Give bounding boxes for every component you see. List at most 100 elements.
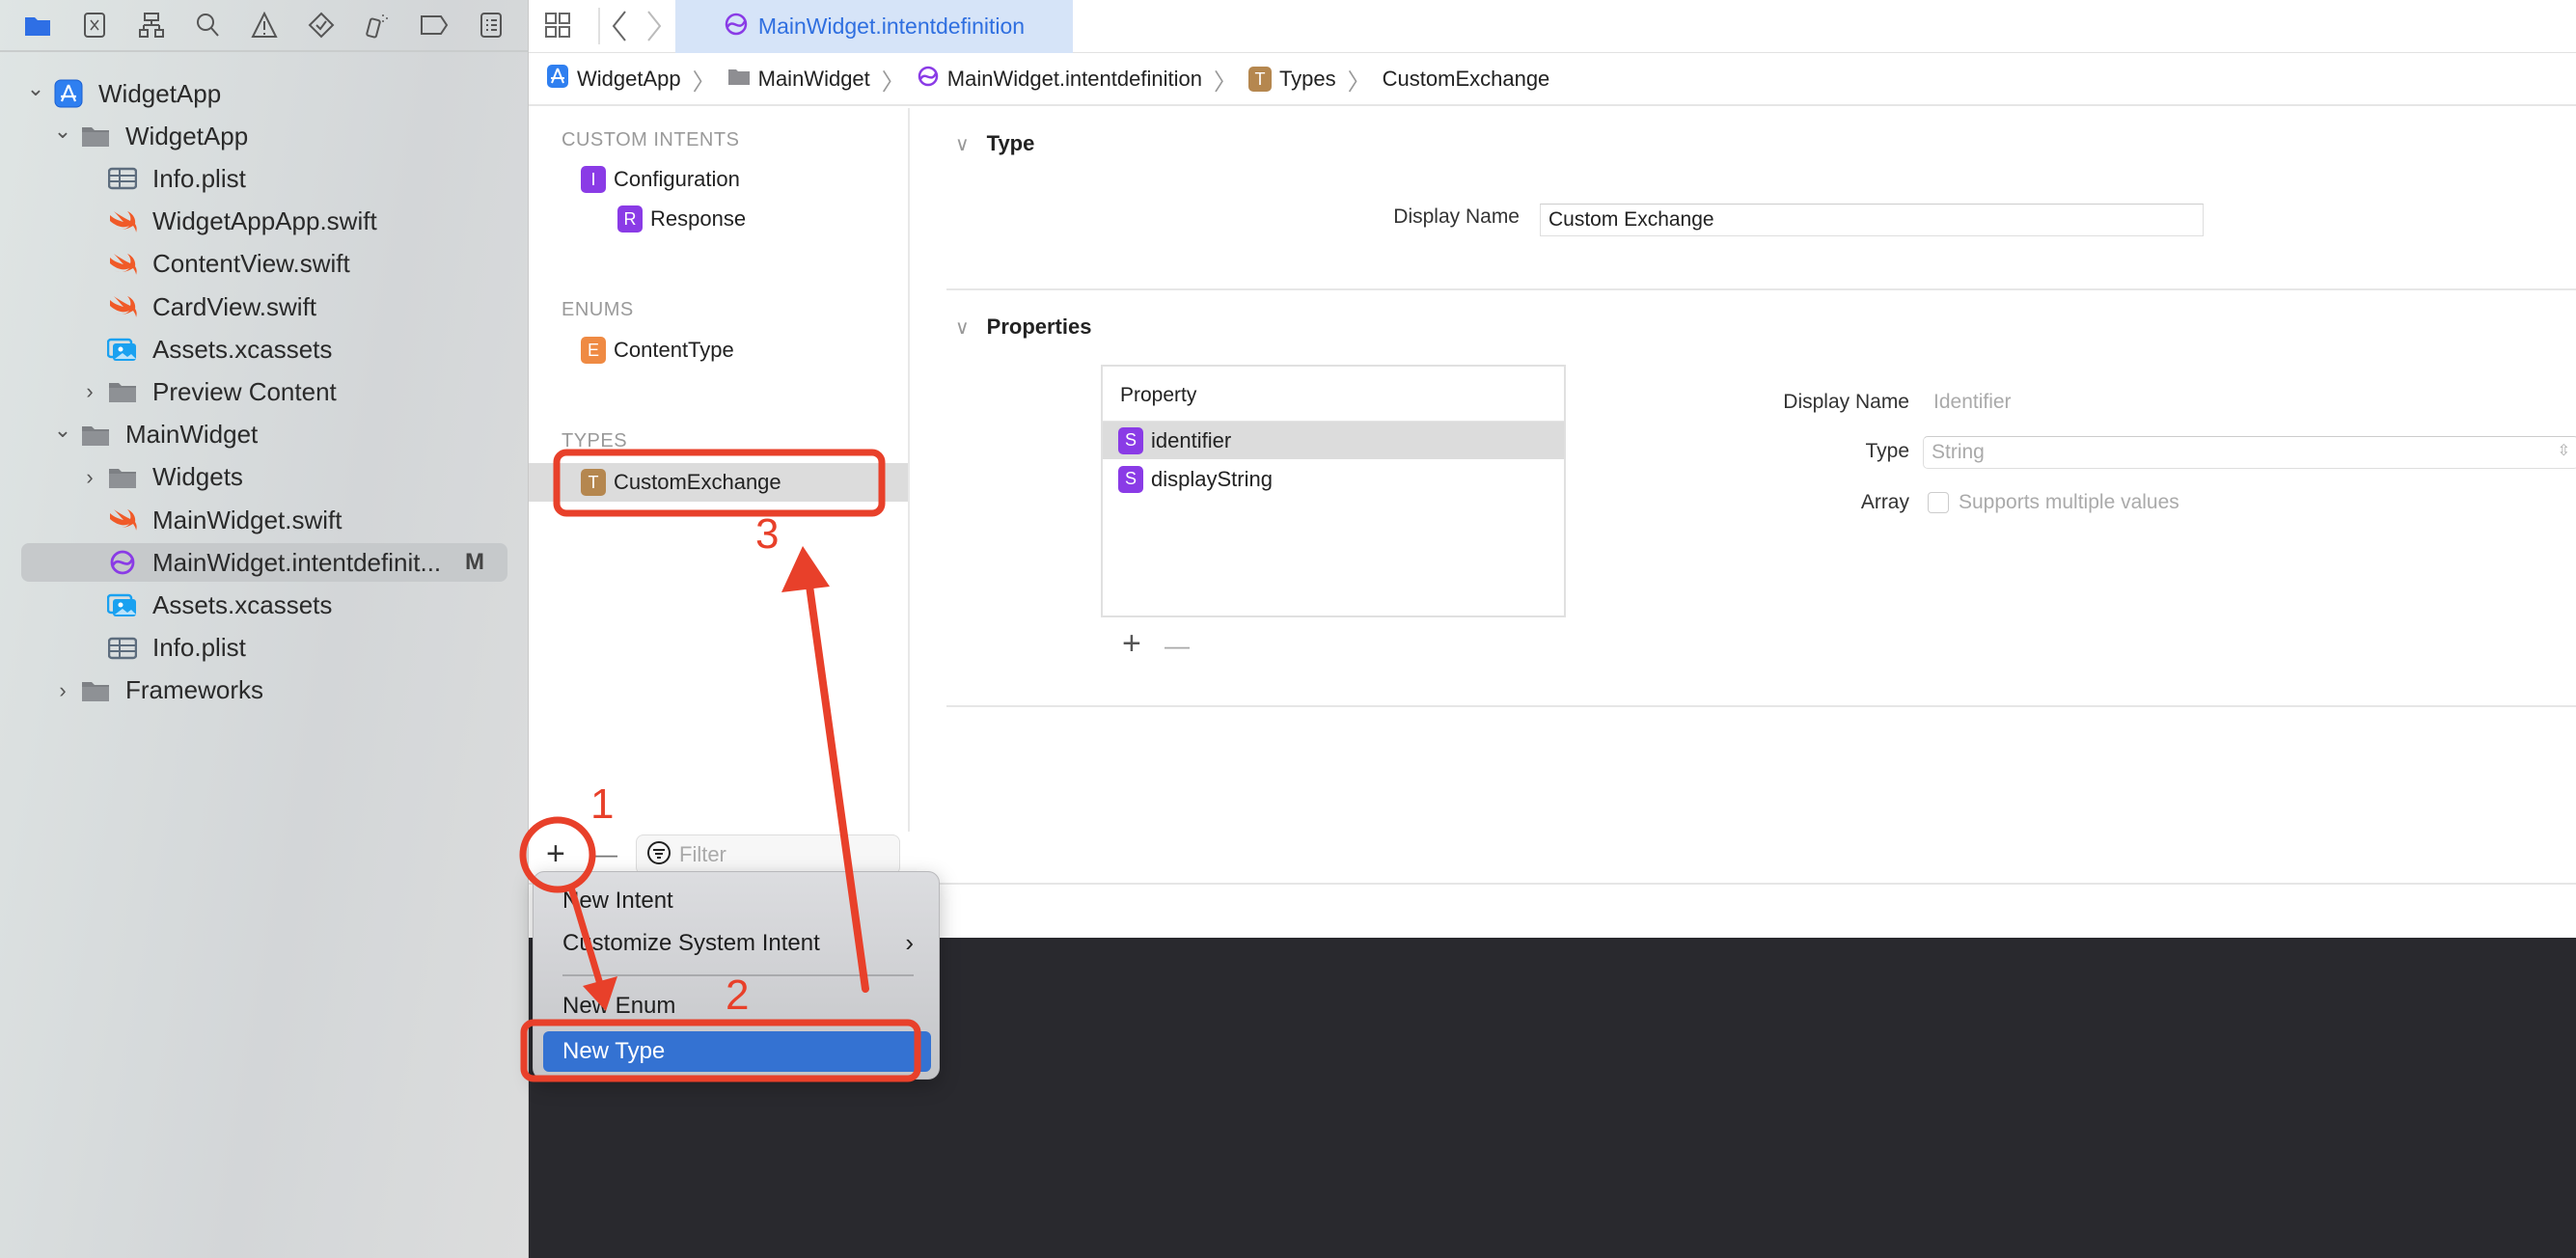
item-label: MainWidget.swift: [152, 505, 343, 534]
intent-icon: [106, 550, 139, 575]
add-button[interactable]: +: [546, 835, 565, 873]
type-letter-icon: T: [581, 469, 606, 496]
plist-icon: [106, 166, 139, 191]
menu-separator: [562, 974, 914, 976]
property-row[interactable]: SdisplayString: [1103, 460, 1564, 498]
source-control-icon[interactable]: [80, 11, 109, 40]
navigator-toolbar: [0, 0, 529, 52]
divider: [946, 288, 2576, 290]
chevron-down-icon[interactable]: ⌄: [25, 76, 46, 101]
filter-input[interactable]: Filter: [636, 834, 900, 875]
search-icon[interactable]: [193, 11, 222, 40]
property-type-popup[interactable]: String ⇳: [1923, 436, 2576, 469]
chevron-down-icon: ∨: [955, 316, 970, 339]
hierarchy-icon[interactable]: [137, 11, 166, 40]
filter-placeholder: Filter: [679, 842, 726, 866]
menu-item-customize-system-intent[interactable]: Customize System Intent: [562, 930, 820, 957]
property-display-name-label: Display Name: [1783, 391, 1909, 413]
remove-button[interactable]: —: [592, 839, 617, 869]
item-label: WidgetApp: [125, 121, 249, 150]
forward-icon[interactable]: [643, 10, 666, 47]
checkbox[interactable]: [1928, 492, 1949, 513]
chevron-right-icon: 〉: [1213, 68, 1237, 96]
menu-item-new-intent[interactable]: New Intent: [562, 888, 673, 915]
swift-icon: [106, 209, 139, 234]
folder-icon: [79, 423, 112, 448]
properties-section-header[interactable]: ∨ Properties: [955, 314, 1091, 340]
breadcrumb-item[interactable]: MainWidget: [758, 67, 870, 92]
menu-item-new-enum[interactable]: New Enum: [562, 993, 675, 1020]
navigator-item[interactable]: Assets.xcassets: [0, 330, 332, 369]
property-display-name-field[interactable]: Identifier: [1933, 391, 2012, 414]
navigator-item[interactable]: Assets.xcassets: [0, 586, 332, 624]
item-label: ContentView.swift: [152, 249, 350, 279]
report-icon[interactable]: [477, 11, 506, 40]
folder-icon[interactable]: [23, 11, 52, 40]
warning-icon[interactable]: [250, 11, 279, 40]
breadcrumb-item[interactable]: CustomExchange: [1383, 67, 1550, 92]
intent-response[interactable]: R Response: [617, 205, 746, 232]
back-icon[interactable]: [608, 10, 631, 47]
navigator-item[interactable]: ⌄ WidgetApp: [0, 117, 248, 155]
test-icon[interactable]: [307, 11, 336, 40]
navigator-item[interactable]: ⌄ MainWidget: [0, 416, 259, 454]
navigator-item[interactable]: › Frameworks: [0, 671, 263, 710]
grid-icon[interactable]: [544, 12, 571, 43]
swift-icon: [106, 294, 139, 319]
app-icon: [546, 64, 569, 95]
folder-icon: [106, 379, 139, 404]
type-editor: ∨ Type Display Name Custom Exchange ∨ Prop…: [912, 108, 2576, 883]
navigator-item[interactable]: MainWidget.intentdefinit... M: [21, 543, 507, 583]
chevron-right-icon: 〉: [881, 68, 905, 96]
intent-letter-icon: I: [581, 166, 606, 193]
chevron-right-icon: 〉: [692, 68, 716, 96]
intent-icon: [917, 65, 940, 94]
navigator-item[interactable]: ⌄ WidgetApp: [0, 74, 221, 113]
breadcrumb-item[interactable]: Types: [1279, 67, 1336, 92]
property-type-label: Type: [1865, 440, 1909, 462]
chevron-down-icon[interactable]: ⌄: [52, 119, 73, 144]
tab-intentdefinition[interactable]: MainWidget.intentdefinition: [675, 0, 1073, 53]
chevron-right-icon[interactable]: ›: [79, 379, 100, 404]
item-label: MainWidget.intentdefinit...: [152, 547, 442, 577]
type-section-header[interactable]: ∨ Type: [955, 131, 1034, 156]
folder-icon: [79, 678, 112, 703]
type-customexchange[interactable]: T CustomExchange: [581, 469, 781, 496]
folder-icon: [106, 465, 139, 490]
remove-property-button[interactable]: —: [1165, 631, 1190, 661]
swift-icon: [106, 252, 139, 277]
debug-icon[interactable]: [363, 11, 392, 40]
breadcrumb-item[interactable]: WidgetApp: [577, 67, 681, 92]
item-label: MainWidget: [125, 420, 259, 450]
assets-icon: [106, 592, 139, 617]
breadcrumb-item[interactable]: MainWidget.intentdefinition: [947, 67, 1202, 92]
add-property-button[interactable]: +: [1122, 625, 1141, 663]
display-name-field[interactable]: Custom Exchange: [1540, 204, 2204, 236]
chevron-right-icon[interactable]: ›: [79, 465, 100, 490]
modified-badge: M: [465, 549, 484, 576]
navigator-item[interactable]: › Preview Content: [0, 372, 336, 411]
chevron-right-icon[interactable]: ›: [52, 678, 73, 703]
property-row[interactable]: Sidentifier: [1103, 422, 1564, 459]
item-label: Info.plist: [152, 633, 246, 663]
enum-contenttype[interactable]: E ContentType: [581, 337, 734, 364]
item-label: Info.plist: [152, 163, 246, 193]
navigator-item[interactable]: Info.plist: [0, 159, 246, 198]
supports-multiple-checkbox[interactable]: Supports multiple values: [1928, 491, 2179, 514]
divider: [598, 8, 600, 44]
item-label: Response: [650, 206, 747, 231]
chevron-down-icon[interactable]: ⌄: [52, 418, 73, 443]
property-name: displayString: [1151, 466, 1273, 491]
navigator-item[interactable]: MainWidget.swift: [0, 501, 343, 539]
navigator-item[interactable]: › Widgets: [0, 458, 243, 497]
section-title: Type: [986, 131, 1035, 155]
breakpoint-icon[interactable]: [420, 11, 449, 40]
item-label: CardView.swift: [152, 291, 317, 321]
navigator-item[interactable]: Info.plist: [0, 629, 246, 668]
navigator-item[interactable]: WidgetAppApp.swift: [0, 203, 377, 241]
intent-configuration[interactable]: I Configuration: [581, 166, 740, 193]
navigator-item[interactable]: CardView.swift: [0, 287, 316, 326]
navigator-item[interactable]: ContentView.swift: [0, 245, 350, 284]
checkbox-label: Supports multiple values: [1959, 491, 2179, 513]
menu-item-new-type[interactable]: New Type: [562, 1038, 665, 1065]
